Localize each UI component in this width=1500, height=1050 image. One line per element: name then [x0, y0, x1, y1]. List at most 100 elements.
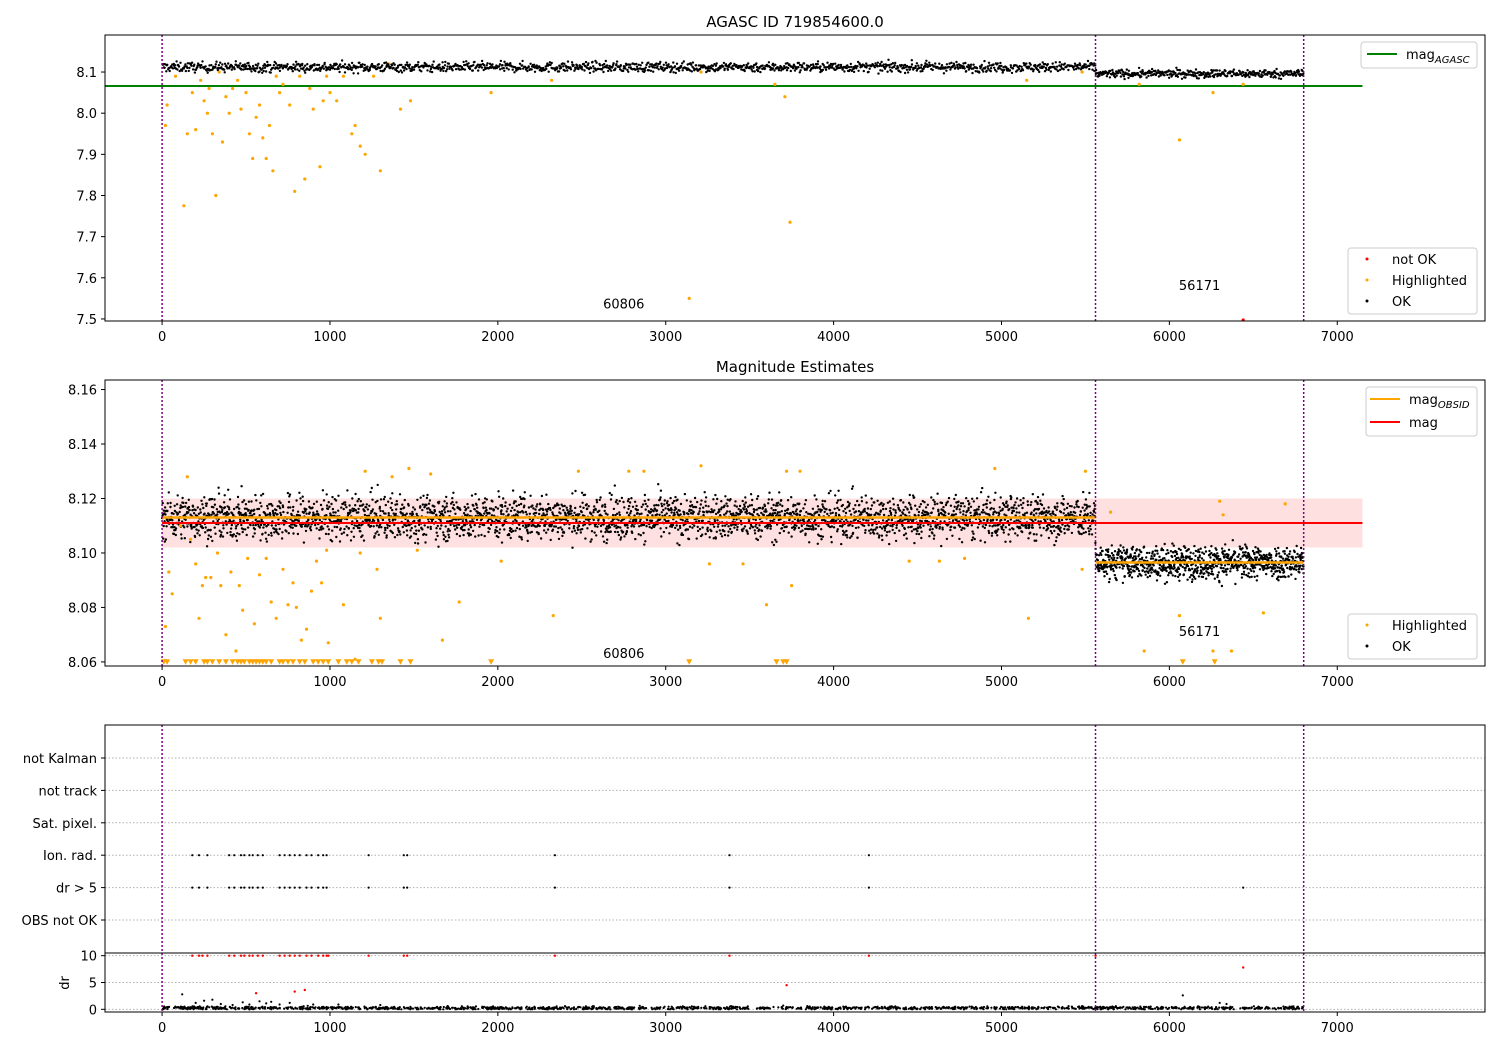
ok-point [1119, 75, 1123, 78]
ok-point [390, 501, 393, 505]
ok-point [179, 61, 182, 64]
ok-point [590, 538, 593, 541]
ok-point [714, 537, 717, 540]
ok-point [216, 513, 219, 516]
ok-point [468, 67, 472, 71]
ok-point [547, 502, 550, 506]
ok-point [477, 69, 480, 72]
ok-point [443, 500, 446, 503]
ok-point [206, 537, 210, 541]
ok-point [856, 519, 860, 523]
ok-point [976, 513, 979, 516]
ok-point [886, 70, 889, 73]
ok-point [617, 525, 620, 529]
ok-point [795, 524, 798, 527]
ok-point [680, 64, 683, 68]
ok-point [239, 518, 242, 521]
ok-point [631, 531, 634, 535]
ok-point [389, 497, 392, 500]
ok-point [279, 513, 283, 517]
ok-point [266, 504, 269, 508]
ok-point [784, 509, 787, 512]
ok-point [984, 66, 987, 69]
ok-point [979, 539, 982, 542]
ok-point [596, 525, 599, 528]
ok-point [733, 504, 736, 507]
ok-point [196, 506, 199, 509]
ok-point [774, 63, 777, 66]
ok-point [864, 531, 867, 534]
ok-point [876, 61, 879, 64]
ok-point [770, 507, 773, 510]
ok-point [472, 504, 475, 507]
ok-point [886, 530, 889, 534]
ok-point [289, 506, 292, 509]
ok-point [227, 62, 230, 65]
ok-point [1127, 76, 1130, 80]
ok-point [557, 70, 561, 73]
ok-point [982, 518, 986, 522]
ok-point [675, 62, 679, 65]
ok-point [560, 528, 564, 531]
ok-point [250, 70, 253, 73]
ok-point [753, 532, 757, 535]
ok-point [326, 507, 330, 510]
ok-point [962, 513, 965, 516]
ok-point [807, 518, 811, 522]
ok-point [734, 523, 737, 527]
ok-point [660, 504, 664, 508]
ok-point [611, 513, 615, 517]
ok-point [395, 503, 399, 506]
ok-point [369, 524, 373, 528]
ok-point [595, 501, 599, 504]
ok-point [756, 69, 760, 73]
ok-point [184, 518, 187, 521]
ok-point [1215, 69, 1219, 72]
ok-point [944, 511, 947, 514]
ok-point [301, 499, 305, 503]
ok-point [251, 64, 255, 68]
ok-point [275, 528, 278, 531]
ok-point [495, 526, 498, 529]
ok-point [706, 526, 709, 529]
ok-point [535, 511, 538, 515]
ok-point [200, 63, 203, 67]
ok-point [391, 492, 394, 495]
ok-point [579, 505, 582, 508]
ok-point [255, 499, 258, 502]
ok-point [995, 511, 998, 514]
ok-point [987, 495, 990, 498]
ok-point [1084, 63, 1087, 66]
ok-point [601, 535, 605, 538]
ok-point [204, 531, 207, 534]
ok-point [629, 512, 632, 515]
ok-point [758, 506, 762, 510]
ok-point [893, 531, 896, 535]
ok-point [484, 506, 488, 509]
ok-point [876, 499, 879, 502]
ok-point [482, 63, 486, 67]
ok-point [758, 524, 761, 527]
ok-point [930, 511, 933, 514]
highlighted-point [311, 107, 315, 111]
ok-point [220, 510, 224, 514]
ok-point [228, 508, 231, 511]
ok-point [644, 540, 647, 543]
ok-point [1003, 68, 1006, 72]
ok-point [296, 532, 300, 536]
ok-point [348, 504, 351, 507]
ok-point [447, 533, 450, 536]
ok-point [570, 512, 573, 515]
ok-point [655, 62, 658, 65]
ok-point [193, 63, 196, 66]
ok-point [526, 539, 529, 543]
ok-point [989, 501, 992, 504]
ok-point [643, 543, 646, 546]
ok-point [1006, 504, 1009, 507]
ok-point [557, 526, 560, 530]
ok-point [629, 63, 632, 66]
ok-point [905, 537, 908, 540]
ok-point [743, 69, 746, 73]
ok-point [339, 63, 342, 66]
ok-point [401, 525, 404, 529]
